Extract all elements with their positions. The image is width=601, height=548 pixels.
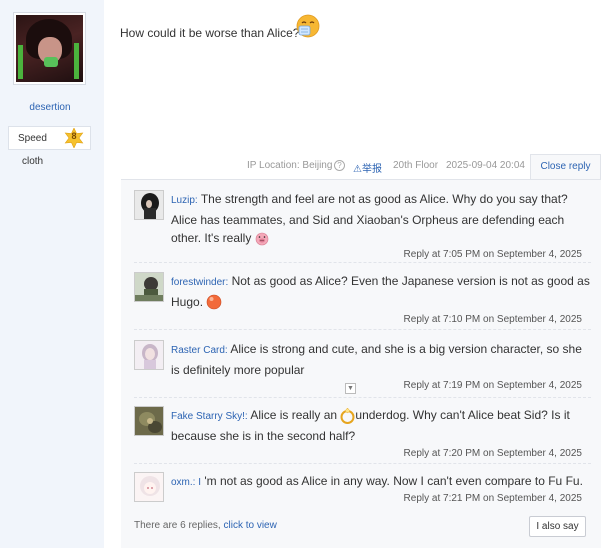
reply-avatar[interactable]	[134, 406, 164, 436]
post-content: How could it be worse than Alice?	[120, 26, 300, 40]
chevron-down-icon[interactable]: ▼	[345, 383, 356, 394]
avatar-image	[135, 407, 163, 435]
author-username[interactable]: desertion	[0, 102, 100, 113]
reply-separator: :	[225, 277, 229, 288]
orange-ball-icon	[207, 295, 222, 310]
reply-text: Alice is really an	[250, 408, 338, 422]
reply-separator: :	[194, 195, 198, 206]
reply-text: The strength and feel are not as good as…	[171, 192, 568, 245]
avatar-image	[135, 191, 163, 219]
reply-text: Alice is strong and cute, and she is a b…	[171, 342, 582, 377]
reply-avatar[interactable]	[134, 272, 164, 302]
ip-location: IP Location: Beijing	[247, 160, 333, 171]
reply-username[interactable]: Luzip	[171, 195, 195, 206]
reply-body: forestwinder: Not as good as Alice? Even…	[171, 272, 591, 311]
reply-timestamp: Reply at 7:21 PM on September 4, 2025	[403, 493, 582, 504]
reply-username[interactable]: Fake Starry Sky!	[171, 411, 245, 422]
gold-ring-icon	[340, 407, 355, 424]
reply-timestamp: Reply at 7:20 PM on September 4, 2025	[403, 448, 582, 459]
avatar-image	[135, 273, 163, 301]
also-say-button[interactable]: I also say	[529, 516, 586, 537]
reply-username[interactable]: oxm.: I	[171, 477, 201, 488]
reply-avatar[interactable]	[134, 340, 164, 370]
rank-title: cloth	[22, 156, 44, 167]
reply-divider	[134, 397, 591, 398]
reply-body: Luzip: The strength and feel are not as …	[171, 190, 591, 248]
reply-panel: Luzip: The strength and feel are not as …	[121, 179, 601, 548]
reply-body: oxm.: I 'm not as good as Alice in any w…	[171, 472, 591, 493]
reply-divider	[134, 329, 591, 330]
sneeze-emoji-icon	[296, 14, 320, 38]
badge-label: Speed	[18, 133, 47, 144]
level-number: 8	[71, 131, 77, 141]
pig-face-icon	[255, 232, 268, 246]
author-sidebar: desertion Speed 8 cloth	[0, 0, 104, 548]
reply-count-summary: There are 6 replies, click to view	[134, 520, 277, 531]
reply-timestamp: Reply at 7:10 PM on September 4, 2025	[403, 314, 582, 325]
reply-text: Not as good as Alice? Even the Japanese …	[171, 274, 590, 309]
close-reply-button[interactable]: Close reply	[530, 154, 601, 180]
reply-divider	[134, 463, 591, 464]
post-datetime: 2025-09-04 20:04	[446, 160, 525, 171]
avatar-image	[135, 473, 163, 501]
floor-number: 20th Floor	[393, 160, 439, 171]
report-link[interactable]: ⚠举报	[353, 160, 382, 175]
reply-body: Fake Starry Sky!: Alice is really an und…	[171, 406, 591, 445]
avatar-image	[135, 341, 163, 369]
view-all-link[interactable]: click to view	[224, 520, 277, 531]
avatar-image	[16, 15, 83, 82]
reply-avatar[interactable]	[134, 472, 164, 502]
reply-avatar[interactable]	[134, 190, 164, 220]
reply-body: Raster Card: Alice is strong and cute, a…	[171, 340, 591, 379]
author-avatar[interactable]	[13, 12, 86, 85]
help-icon[interactable]: ?	[334, 160, 345, 171]
reply-timestamp: Reply at 7:05 PM on September 4, 2025	[403, 249, 582, 260]
reply-separator: :	[224, 345, 228, 356]
reply-divider	[134, 262, 591, 263]
reply-username[interactable]: forestwinder	[171, 277, 225, 288]
reply-username[interactable]: Raster Card	[171, 345, 225, 356]
reply-text: 'm not as good as Alice in any way. Now …	[204, 474, 583, 488]
level-badge[interactable]: Speed 8	[8, 126, 91, 150]
reply-separator: :	[244, 411, 248, 422]
reply-count-text: There are 6 replies,	[134, 520, 221, 531]
reply-timestamp: Reply at 7:19 PM on September 4, 2025	[403, 380, 582, 391]
